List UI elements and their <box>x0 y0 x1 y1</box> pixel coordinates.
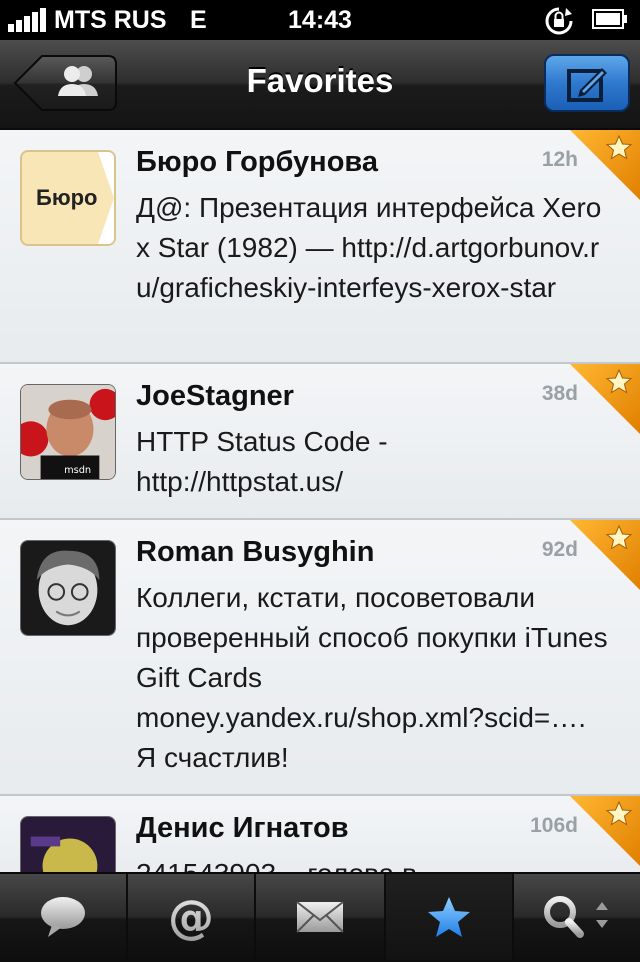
tweet-row[interactable]: Roman Busyghin 92d Коллеги, кстати, посо… <box>0 520 640 796</box>
favorite-star-icon <box>570 364 640 434</box>
avatar[interactable]: msdn <box>20 384 116 480</box>
tab-messages[interactable] <box>256 874 386 960</box>
favorite-star-icon <box>570 130 640 200</box>
svg-text:@: @ <box>168 893 214 941</box>
tweet-author: JoeStagner <box>136 380 294 412</box>
compose-icon <box>567 68 607 102</box>
star-icon <box>428 897 470 937</box>
battery-icon <box>592 9 627 29</box>
envelope-icon <box>296 901 344 933</box>
tweet-list[interactable]: Бюро Бюро Горбунова 12h Д@: Презентация … <box>0 130 640 872</box>
tweet-text: Д@: Презентация интерфейса Xerox Star (1… <box>136 192 602 303</box>
svg-text:msdn: msdn <box>64 465 91 476</box>
tweet-row[interactable]: Бюро Бюро Горбунова 12h Д@: Презентация … <box>0 130 640 364</box>
rotation-lock-icon <box>545 7 573 35</box>
tweet-text: Коллеги, кстати, посоветовали проверенны… <box>136 582 608 773</box>
tweet-row[interactable]: msdn JoeStagner 38d HTTP Status Code - h… <box>0 364 640 520</box>
tab-mentions[interactable]: @ <box>128 874 256 960</box>
tab-bar: @ <box>0 872 640 962</box>
at-sign-icon: @ <box>168 893 214 941</box>
status-bar: MTS RUS E 14:43 <box>0 0 640 40</box>
speech-bubble-icon <box>41 897 85 937</box>
search-icon <box>544 896 608 938</box>
tab-favorites[interactable] <box>386 874 514 960</box>
compose-button[interactable] <box>544 54 630 112</box>
avatar[interactable]: Бюро <box>20 150 116 246</box>
tab-timeline[interactable] <box>0 874 128 960</box>
avatar[interactable] <box>20 540 116 636</box>
tab-search[interactable] <box>514 874 640 960</box>
tweet-author: Денис Игнатов <box>136 812 349 844</box>
tweet-text: HTTP Status Code - http://httpstat.us/ <box>136 426 388 497</box>
avatar-logo-text: Бюро <box>36 185 98 210</box>
favorite-star-icon <box>570 796 640 866</box>
favorite-star-icon <box>570 520 640 590</box>
avatar[interactable] <box>20 816 116 872</box>
tweet-text: 241543903 – голова в <box>136 854 616 872</box>
navigation-bar: Favorites <box>0 40 640 130</box>
tweet-author: Бюро Горбунова <box>136 146 378 178</box>
tweet-author: Roman Busyghin <box>136 536 375 568</box>
tweet-row[interactable]: Денис Игнатов 106d 241543903 – голова в <box>0 796 640 872</box>
